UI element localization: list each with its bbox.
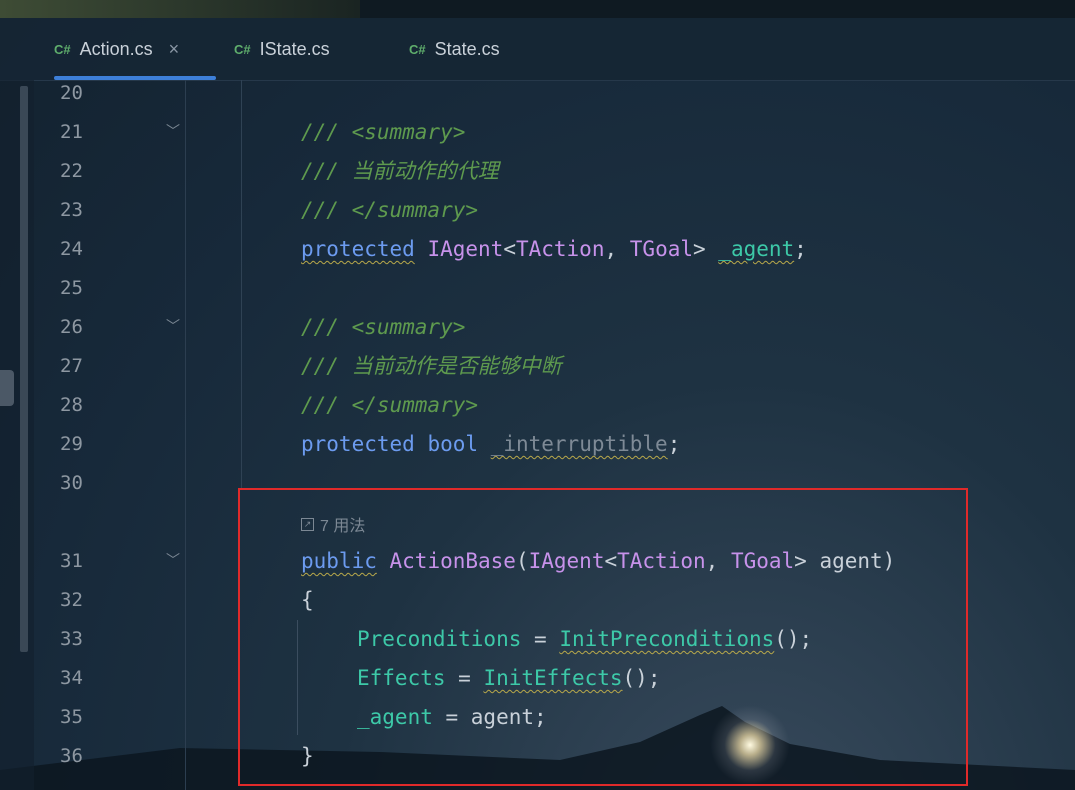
- type-name: TGoal: [629, 237, 693, 261]
- doc-comment: /// <summary>: [301, 120, 466, 144]
- line-number: 29: [60, 433, 83, 455]
- line-number: 23: [60, 199, 83, 221]
- fold-chevron-icon[interactable]: ﹀: [166, 542, 180, 581]
- code-line: 20: [0, 74, 1075, 113]
- keyword: protected: [301, 237, 415, 261]
- field-declaration: protected bool _interruptible;: [301, 425, 680, 464]
- line-number: 20: [60, 82, 83, 104]
- doc-comment: /// <summary>: [301, 315, 466, 339]
- punct: >: [693, 237, 719, 261]
- highlight-box: [238, 488, 968, 786]
- line-number: 33: [60, 628, 83, 650]
- field-name: _interruptible: [490, 432, 668, 456]
- line-number: 31: [60, 550, 83, 572]
- line-number: 25: [60, 277, 83, 299]
- fold-chevron-icon[interactable]: ﹀: [166, 113, 180, 152]
- type-name: TAction: [515, 237, 605, 261]
- code-line: 22 /// 当前动作的代理: [0, 152, 1075, 191]
- type-name: IAgent: [427, 237, 504, 261]
- line-number: 36: [60, 745, 83, 767]
- line-number: 28: [60, 394, 83, 416]
- punct: ;: [794, 237, 807, 261]
- code-line: 27 /// 当前动作是否能够中断: [0, 347, 1075, 386]
- line-number: 24: [60, 238, 83, 260]
- line-number: 27: [60, 355, 83, 377]
- punct: ;: [667, 432, 681, 456]
- line-number: 34: [60, 667, 83, 689]
- line-number: 22: [60, 160, 83, 182]
- line-number: 21: [60, 121, 83, 143]
- code-line: 21 ﹀ /// <summary>: [0, 113, 1075, 152]
- line-number: 35: [60, 706, 83, 728]
- code-line: 26 ﹀ /// <summary>: [0, 308, 1075, 347]
- keyword: protected: [301, 432, 415, 456]
- doc-comment: /// </summary>: [301, 198, 479, 222]
- line-number: 30: [60, 472, 83, 494]
- doc-comment: /// 当前动作是否能够中断: [301, 354, 562, 378]
- code-line: 24 protected IAgent<TAction, TGoal> _age…: [0, 230, 1075, 269]
- line-number: 26: [60, 316, 83, 338]
- field-name: _agent: [718, 237, 795, 261]
- keyword: bool: [427, 432, 479, 456]
- doc-comment: /// 当前动作的代理: [301, 159, 499, 183]
- code-line: 29 protected bool _interruptible;: [0, 425, 1075, 464]
- code-line: 25: [0, 269, 1075, 308]
- fold-chevron-icon[interactable]: ﹀: [166, 308, 180, 347]
- punct: <: [503, 237, 516, 261]
- line-number: 32: [60, 589, 83, 611]
- code-line: 23 /// </summary>: [0, 191, 1075, 230]
- doc-comment: /// </summary>: [301, 393, 479, 417]
- code-line: 28 /// </summary>: [0, 386, 1075, 425]
- punct: ,: [604, 237, 630, 261]
- field-declaration: protected IAgent<TAction, TGoal> _agent;: [301, 230, 807, 269]
